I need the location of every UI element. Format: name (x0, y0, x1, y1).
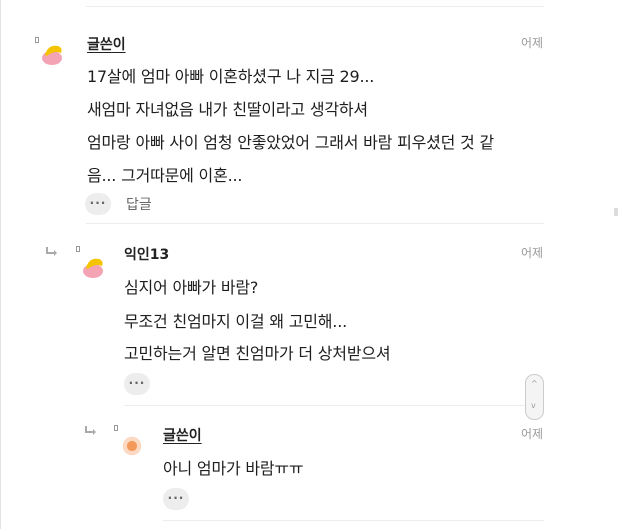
scroll-control[interactable]: ^ v (525, 374, 544, 420)
more-options-button[interactable]: ··· (124, 373, 150, 395)
avatar (42, 45, 62, 65)
reply-arrow-icon (46, 247, 57, 256)
comment-text-line: 엄마랑 아빠 사이 엄청 안좋았었어 그래서 바람 피우셨던 것 같 (87, 133, 494, 152)
scroll-down-icon[interactable]: v (531, 401, 536, 410)
top-divider (86, 6, 544, 7)
avatar (122, 436, 142, 456)
page-scrollbar[interactable] (614, 208, 618, 216)
comment-author[interactable]: 글쓴이 (87, 34, 126, 54)
avatar (83, 258, 103, 278)
reply-arrow-icon (85, 426, 96, 435)
comment-author[interactable]: 익인13 (124, 244, 169, 264)
comment-marker (76, 246, 80, 252)
comment-text-line: 새엄마 자녀없음 내가 친딸이라고 생각하셔 (87, 100, 368, 119)
reply-button[interactable]: 답글 (126, 194, 152, 214)
comment-time: 어제 (521, 246, 544, 260)
more-options-button[interactable]: ··· (163, 488, 189, 510)
content-left-border (0, 0, 1, 529)
more-options-button[interactable]: ··· (85, 193, 111, 215)
comment-text-line: 무조건 친엄마지 이걸 왜 고민해... (124, 312, 347, 331)
comment-divider (124, 405, 544, 406)
comment-marker (114, 425, 118, 431)
comment-divider (86, 223, 544, 224)
comment-text-line: 고민하는거 알면 친엄마가 더 상처받으셔 (124, 344, 391, 363)
comment-time: 어제 (521, 427, 544, 441)
comment-divider (163, 520, 544, 521)
comment-text-line: 17살에 엄마 아빠 이혼하셨구 나 지금 29... (87, 67, 375, 86)
comment-text-line: 아니 엄마가 바람ㅠㅠ (163, 459, 304, 478)
comment-text-line: 심지어 아빠가 바람? (124, 278, 259, 297)
comment-text-line: 음... 그거따문에 이혼... (87, 166, 243, 185)
comment-time: 어제 (521, 36, 544, 50)
scroll-up-icon[interactable]: ^ (531, 379, 538, 388)
comment-author[interactable]: 글쓴이 (163, 425, 202, 445)
